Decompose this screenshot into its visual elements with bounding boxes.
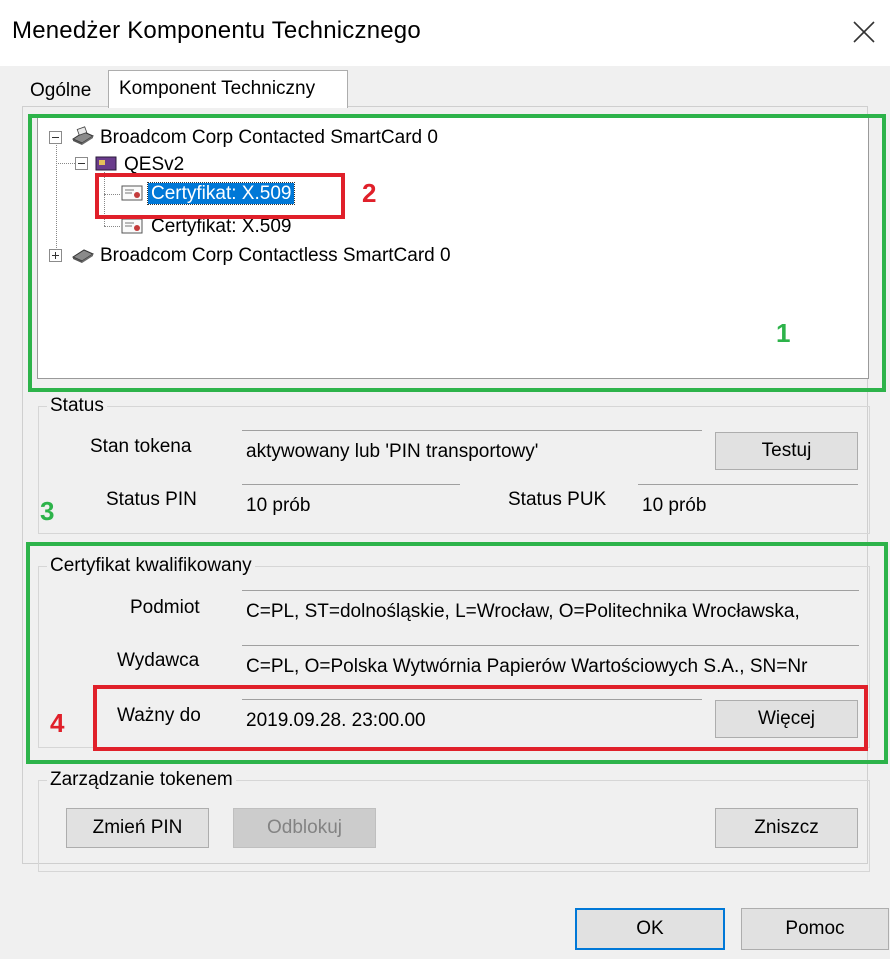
tab-technical-component[interactable]: Komponent Techniczny: [108, 70, 348, 108]
annotation-box-4: [93, 685, 868, 751]
annotation-number-1: 1: [776, 318, 791, 348]
annotation-box-1: [28, 114, 886, 392]
title-bar: Menedżer Komponentu Technicznego: [0, 0, 890, 66]
annotation-number-3: 3: [40, 496, 55, 526]
unblock-button[interactable]: Odblokuj: [233, 808, 376, 848]
window-title: Menedżer Komponentu Technicznego: [12, 17, 421, 44]
puk-status-field: 10 prób: [638, 484, 858, 526]
pin-status-field: 10 prób: [242, 484, 460, 526]
token-management-legend: Zarządzanie tokenem: [47, 769, 236, 791]
token-state-field: aktywowany lub 'PIN transportowy': [242, 430, 702, 472]
pin-status-label: Status PIN: [106, 489, 197, 510]
annotation-number-2: 2: [362, 178, 377, 208]
token-state-label: Stan tokena: [90, 436, 192, 457]
status-legend: Status: [47, 395, 107, 417]
annotation-box-2: [95, 173, 345, 219]
help-button[interactable]: Pomoc: [741, 908, 889, 950]
tab-general[interactable]: Ogólne: [30, 80, 91, 102]
change-pin-button[interactable]: Zmień PIN: [66, 808, 209, 848]
puk-status-label: Status PUK: [508, 489, 607, 510]
close-icon[interactable]: [844, 12, 884, 52]
annotation-number-4: 4: [50, 708, 65, 738]
destroy-button[interactable]: Zniszcz: [715, 808, 858, 848]
ok-button[interactable]: OK: [575, 908, 725, 950]
test-button[interactable]: Testuj: [715, 432, 858, 470]
